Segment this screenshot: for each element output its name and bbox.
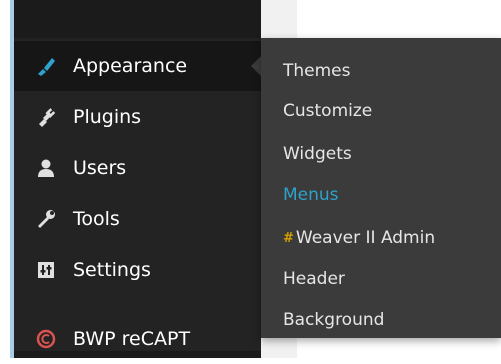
submenu-item-label: Widgets (283, 144, 352, 164)
plug-icon (34, 105, 58, 129)
sidebar-item-label: Tools (73, 207, 120, 230)
submenu-item-header[interactable]: Header (283, 267, 345, 291)
sidebar-bottom-edge (14, 351, 261, 358)
sidebar-top-strip (14, 0, 261, 38)
sidebar-item-users[interactable]: Users (14, 143, 261, 193)
active-menu-arrow (251, 56, 261, 76)
sidebar-item-label: BWP reCAPT (73, 327, 191, 350)
sidebar-item-label: Settings (73, 258, 151, 281)
submenu-item-label: Menus (283, 185, 339, 205)
sidebar-item-tools[interactable]: Tools (14, 194, 261, 244)
user-icon (34, 156, 58, 180)
submenu-item-label: Background (283, 310, 385, 330)
submenu-item-label: Header (283, 269, 345, 289)
submenu-item-weaver-ii-admin[interactable]: # Weaver II Admin (283, 226, 435, 250)
appearance-submenu-flyout: Themes Customize Widgets Menus # Weaver … (261, 38, 501, 338)
wrench-icon (34, 207, 58, 231)
sidebar-item-appearance[interactable]: Appearance (14, 41, 261, 91)
sidebar-item-plugins[interactable]: Plugins (14, 92, 261, 142)
weaver-icon: # (283, 230, 294, 246)
submenu-item-customize[interactable]: Customize (283, 99, 372, 123)
submenu-item-label: Customize (283, 101, 373, 121)
sidebar-item-label: Users (73, 156, 127, 179)
submenu-item-label: Themes (283, 61, 351, 81)
submenu-item-themes[interactable]: Themes (283, 59, 351, 83)
submenu-item-label: Weaver II Admin (295, 228, 436, 248)
submenu-item-menus[interactable]: Menus (283, 183, 339, 207)
paintbrush-icon (34, 54, 58, 78)
submenu-item-widgets[interactable]: Widgets (283, 142, 352, 166)
bwp-recaptcha-icon (34, 327, 58, 351)
settings-sliders-icon (34, 258, 58, 282)
submenu-item-background[interactable]: Background (283, 308, 384, 332)
sidebar-item-label: Appearance (73, 54, 188, 77)
sidebar-item-label: Plugins (73, 105, 142, 128)
sidebar-item-settings[interactable]: Settings (14, 245, 261, 295)
page-left-edge (0, 0, 10, 358)
